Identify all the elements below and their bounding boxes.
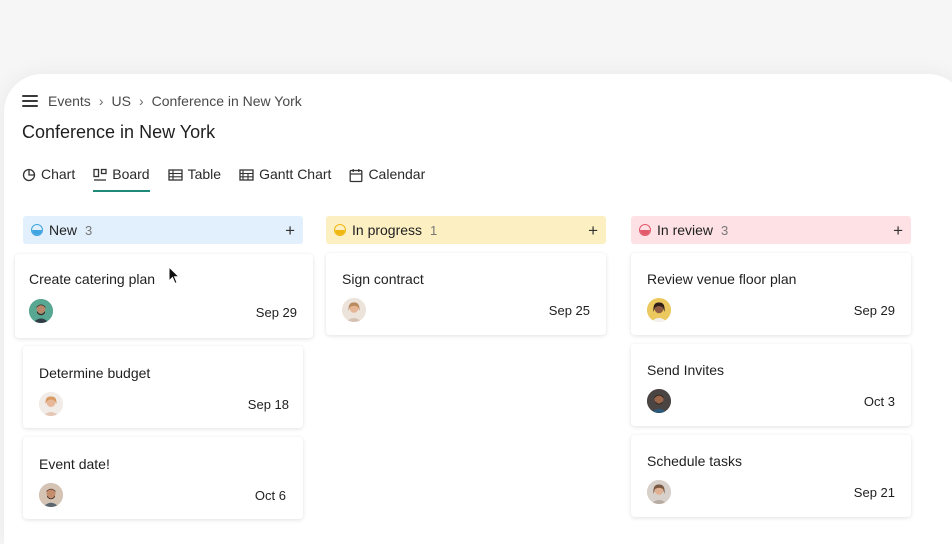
due-date: Sep 25 [548,303,590,318]
task-card[interactable]: Create catering plan Sep 29 [15,254,313,338]
column-count: 3 [721,222,729,238]
tab-label: Chart [41,166,76,182]
status-icon [639,224,651,236]
breadcrumb-us[interactable]: US [111,93,130,109]
breadcrumb: Events › US › Conference in New York [22,92,302,110]
avatar [342,298,366,322]
task-card[interactable]: Review venue floor plan Sep 29 [631,253,911,335]
tab-label: Table [187,166,222,182]
mouse-pointer-icon [168,266,180,285]
due-date: Sep 29 [853,303,895,318]
tab-gantt-chart[interactable]: Gantt Chart [239,164,331,192]
chevron-right-icon: › [98,93,104,109]
status-icon [31,224,43,236]
tab-table[interactable]: Table [167,164,222,192]
tab-chart[interactable]: Chart [22,164,75,192]
menu-icon[interactable] [22,95,38,107]
avatar [647,298,671,322]
column-title: New [49,222,78,238]
add-card-button[interactable]: + [893,222,903,239]
due-date: Sep 18 [247,397,289,412]
tab-calendar[interactable]: Calendar [349,164,425,192]
column-header-in-review: In review 3 + [631,216,911,244]
column-count: 3 [85,222,93,238]
add-card-button[interactable]: + [588,222,598,239]
card-title: Schedule tasks [647,453,742,469]
tab-label: Calendar [368,166,426,182]
card-title: Send Invites [647,362,725,378]
board-icon [93,168,107,181]
card-title: Create catering plan [29,271,156,287]
gantt-icon [239,169,254,181]
avatar [647,480,671,504]
due-date: Sep 29 [255,305,297,320]
column-title: In progress [352,222,423,238]
avatar [647,389,671,413]
due-date: Oct 6 [254,488,286,503]
view-tabs: Chart Board Table Gantt Chart Calendar [22,164,443,192]
card-title: Determine budget [39,365,151,381]
column-header-in-progress: In progress 1 + [326,216,606,244]
add-card-button[interactable]: + [285,222,295,239]
tab-label: Board [112,166,150,182]
tab-label: Gantt Chart [259,166,332,182]
card-title: Review venue floor plan [647,271,797,287]
chevron-right-icon: › [138,93,144,109]
avatar [29,299,53,323]
tab-board[interactable]: Board [93,164,150,192]
avatar [39,483,63,507]
calendar-icon [349,169,363,183]
avatar [39,392,63,416]
pie-chart-icon [22,168,36,182]
due-date: Sep 21 [853,485,895,500]
task-card[interactable]: Schedule tasks Sep 21 [631,435,911,517]
breadcrumb-events[interactable]: Events [48,93,91,109]
due-date: Oct 3 [863,394,895,409]
task-card[interactable]: Event date! Oct 6 [23,437,303,519]
task-card[interactable]: Sign contract Sep 25 [326,253,606,335]
table-icon [167,169,183,181]
card-title: Sign contract [342,271,424,287]
card-title: Event date! [39,456,110,472]
column-header-new: New 3 + [23,216,303,244]
breadcrumb-current[interactable]: Conference in New York [152,93,302,109]
page-title: Conference in New York [22,122,216,142]
column-count: 1 [430,222,438,238]
task-card[interactable]: Send Invites Oct 3 [631,344,911,426]
task-card[interactable]: Determine budget Sep 18 [23,346,303,428]
column-title: In review [657,222,714,238]
status-icon [334,224,346,236]
